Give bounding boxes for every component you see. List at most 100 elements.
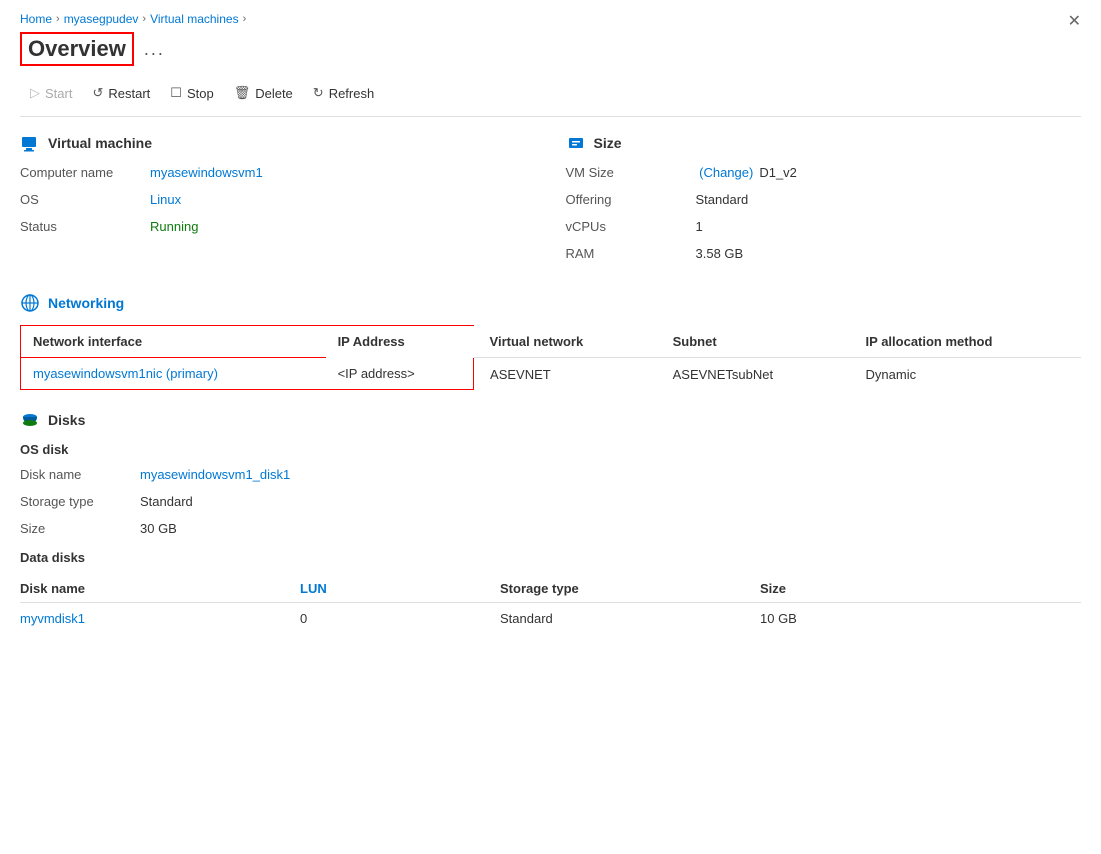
net-cell-ip: <IP address> bbox=[326, 358, 474, 390]
data-disk-cell-storage: Standard bbox=[500, 603, 760, 635]
offering-label: Offering bbox=[566, 192, 696, 207]
os-storage-type-value: Standard bbox=[140, 494, 193, 509]
toolbar: ▷ Start ↺ Restart ☐ Stop 🗑 Delete ↻ Refr… bbox=[20, 80, 1081, 117]
net-col-ip: IP Address bbox=[326, 326, 474, 358]
os-label: OS bbox=[20, 192, 150, 207]
vcpus-label: vCPUs bbox=[566, 219, 696, 234]
vm-section-title: Virtual machine bbox=[48, 135, 152, 151]
os-disk-name-value[interactable]: myasewindowsvm1_disk1 bbox=[140, 467, 290, 482]
breadcrumb-myasegpudev[interactable]: myasegpudev bbox=[64, 12, 139, 26]
os-value[interactable]: Linux bbox=[150, 192, 181, 207]
breadcrumb-virtual-machines[interactable]: Virtual machines bbox=[150, 12, 239, 26]
page-container: Home › myasegpudev › Virtual machines › … bbox=[0, 0, 1101, 674]
ram-label: RAM bbox=[566, 246, 696, 261]
delete-icon: 🗑 bbox=[234, 85, 251, 101]
computer-name-row: Computer name myasewindowsvm1 bbox=[20, 165, 536, 180]
net-cell-subnet: ASEVNETsubNet bbox=[657, 358, 850, 390]
net-interface-link[interactable]: myasewindowsvm1nic (primary) bbox=[33, 366, 218, 381]
os-size-label: Size bbox=[20, 521, 140, 536]
networking-section: Networking Network interface IP Address … bbox=[20, 293, 1081, 390]
os-size-row: Size 30 GB bbox=[20, 521, 1081, 536]
data-disk-cell-size: 10 GB bbox=[760, 603, 1081, 635]
disks-section-header: Disks bbox=[20, 410, 1081, 430]
title-row: Overview ... ✕ bbox=[20, 32, 1081, 66]
os-size-value: 30 GB bbox=[140, 521, 177, 536]
data-disk-size-value: 10 GB bbox=[760, 611, 797, 626]
net-cell-ip-method: Dynamic bbox=[850, 358, 1081, 390]
vm-size-row: VM Size (Change) D1_v2 bbox=[566, 165, 1082, 180]
os-disk-name-row: Disk name myasewindowsvm1_disk1 bbox=[20, 467, 1081, 482]
net-col-ip-method: IP allocation method bbox=[850, 326, 1081, 358]
stop-icon: ☐ bbox=[170, 85, 182, 101]
refresh-button[interactable]: ↻ Refresh bbox=[303, 80, 384, 106]
vm-section-header: Virtual machine bbox=[20, 133, 536, 153]
data-disk-col-name: Disk name bbox=[20, 575, 300, 603]
page-title: Overview bbox=[20, 32, 134, 66]
data-disk-col-lun: LUN bbox=[300, 575, 500, 603]
refresh-label: Refresh bbox=[329, 86, 375, 101]
start-button[interactable]: ▷ Start bbox=[20, 80, 82, 106]
stop-button[interactable]: ☐ Stop bbox=[160, 80, 223, 106]
restart-icon: ↺ bbox=[92, 85, 103, 101]
vm-icon bbox=[20, 133, 40, 153]
close-button[interactable]: ✕ bbox=[1068, 14, 1081, 30]
vm-size-value: D1_v2 bbox=[759, 165, 797, 180]
computer-name-value[interactable]: myasewindowsvm1 bbox=[150, 165, 263, 180]
data-disk-row-1: myvmdisk1 0 Standard 10 GB bbox=[20, 603, 1081, 635]
data-disk-col-storage: Storage type bbox=[500, 575, 760, 603]
net-col-subnet: Subnet bbox=[657, 326, 850, 358]
net-col-vnet: Virtual network bbox=[474, 326, 657, 358]
size-column: Size VM Size (Change) D1_v2 Offering Sta… bbox=[566, 133, 1082, 273]
data-disks-table: Disk name LUN Storage type Size bbox=[20, 575, 1081, 634]
vcpus-value: 1 bbox=[696, 219, 703, 234]
net-ip-value: <IP address> bbox=[338, 366, 415, 381]
start-label: Start bbox=[45, 86, 72, 101]
net-row-1: myasewindowsvm1nic (primary) <IP address… bbox=[21, 358, 1082, 390]
net-vnet-value: ASEVNET bbox=[490, 367, 551, 382]
data-disk-col-size: Size bbox=[760, 575, 1081, 603]
restart-label: Restart bbox=[108, 86, 150, 101]
size-icon bbox=[566, 133, 586, 153]
offering-row: Offering Standard bbox=[566, 192, 1082, 207]
networking-section-header: Networking bbox=[20, 293, 1081, 313]
os-disk-subtitle: OS disk bbox=[20, 442, 1081, 457]
status-label: Status bbox=[20, 219, 150, 234]
ram-row: RAM 3.58 GB bbox=[566, 246, 1082, 261]
vcpus-row: vCPUs 1 bbox=[566, 219, 1082, 234]
net-cell-interface: myasewindowsvm1nic (primary) bbox=[21, 358, 326, 390]
os-row: OS Linux bbox=[20, 192, 536, 207]
status-row: Status Running bbox=[20, 219, 536, 234]
networking-icon bbox=[20, 293, 40, 313]
networking-table: Network interface IP Address Virtual net… bbox=[20, 325, 1081, 390]
networking-section-title: Networking bbox=[48, 295, 124, 311]
vm-size-section: Virtual machine Computer name myasewindo… bbox=[20, 133, 1081, 273]
breadcrumb-home[interactable]: Home bbox=[20, 12, 52, 26]
net-col-interface: Network interface bbox=[21, 326, 326, 358]
restart-button[interactable]: ↺ Restart bbox=[82, 80, 160, 106]
delete-button[interactable]: 🗑 Delete bbox=[224, 80, 303, 106]
vm-size-change-link[interactable]: (Change) bbox=[699, 165, 753, 180]
os-storage-type-label: Storage type bbox=[20, 494, 140, 509]
os-disk-name-label: Disk name bbox=[20, 467, 140, 482]
computer-name-label: Computer name bbox=[20, 165, 150, 180]
refresh-icon: ↻ bbox=[313, 85, 324, 101]
net-ip-method-value: Dynamic bbox=[866, 367, 917, 382]
stop-label: Stop bbox=[187, 86, 214, 101]
breadcrumb: Home › myasegpudev › Virtual machines › bbox=[20, 12, 1081, 26]
delete-label: Delete bbox=[255, 86, 293, 101]
more-options-button[interactable]: ... bbox=[144, 40, 165, 58]
data-disks-subtitle: Data disks bbox=[20, 550, 1081, 565]
disks-section-title: Disks bbox=[48, 412, 85, 428]
data-disk-cell-name: myvmdisk1 bbox=[20, 603, 300, 635]
status-value: Running bbox=[150, 219, 198, 234]
net-cell-vnet: ASEVNET bbox=[474, 358, 657, 390]
data-disk-lun-value: 0 bbox=[300, 611, 307, 626]
start-icon: ▷ bbox=[30, 85, 40, 101]
size-section-title: Size bbox=[594, 135, 622, 151]
ram-value: 3.58 GB bbox=[696, 246, 744, 261]
data-disk-name-link[interactable]: myvmdisk1 bbox=[20, 611, 85, 626]
breadcrumb-sep-3: › bbox=[243, 13, 247, 25]
vm-column: Virtual machine Computer name myasewindo… bbox=[20, 133, 566, 273]
breadcrumb-sep-2: › bbox=[142, 13, 146, 25]
disks-section: Disks OS disk Disk name myasewindowsvm1_… bbox=[20, 410, 1081, 634]
